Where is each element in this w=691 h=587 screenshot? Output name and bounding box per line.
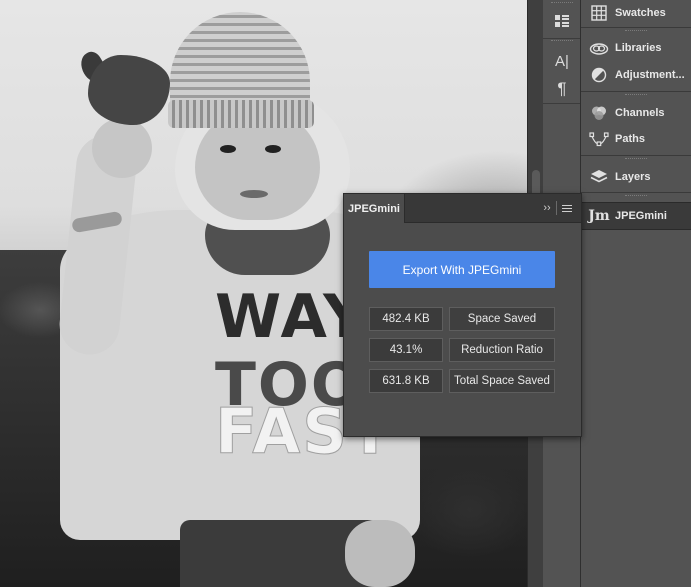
child-lower-hand <box>345 520 415 587</box>
stat-label: Total Space Saved <box>449 369 555 393</box>
dock-divider <box>581 155 691 156</box>
layers-icon <box>585 164 613 190</box>
collapse-panel-icon[interactable]: ›› <box>540 200 554 216</box>
dock-item-label: Paths <box>615 133 645 145</box>
dock-item-label: Adjustment... <box>615 69 685 81</box>
stat-value: 631.8 KB <box>369 369 443 393</box>
jpegmini-panel: JPEGmini ›› Export With JPEGmini 482.4 K… <box>343 193 582 437</box>
rock <box>88 55 170 125</box>
dock-item-layers[interactable]: Layers <box>581 164 691 190</box>
column-grip[interactable] <box>551 40 573 43</box>
dock-divider <box>581 27 691 28</box>
child-hand <box>92 118 152 178</box>
dock-divider <box>581 91 691 92</box>
half-circle-icon <box>585 62 613 88</box>
dock-item-label: Swatches <box>615 7 666 19</box>
properties-icon[interactable] <box>549 8 575 34</box>
dock-grip[interactable] <box>625 195 647 198</box>
column-divider <box>543 103 580 104</box>
paragraph-icon[interactable]: ¶ <box>549 76 575 102</box>
panel-menu-icon[interactable] <box>562 200 576 216</box>
character-icon[interactable]: A| <box>549 48 575 74</box>
stat-label: Reduction Ratio <box>449 338 555 362</box>
pen-path-icon <box>585 126 613 152</box>
mouth <box>240 190 268 198</box>
dock-item-label: JPEGmini <box>615 210 667 222</box>
tab-jpegmini[interactable]: JPEGmini <box>344 194 405 223</box>
channels-icon <box>585 100 613 126</box>
dock-item-label: Libraries <box>615 42 662 54</box>
right-eye <box>265 145 281 153</box>
dock-item-channels[interactable]: Channels <box>581 100 691 126</box>
dock-item-label: Channels <box>615 107 665 119</box>
left-eye <box>220 145 236 153</box>
dock-grip[interactable] <box>625 158 647 161</box>
tabbar-divider <box>556 201 557 215</box>
grid-icon <box>585 0 613 26</box>
column-divider <box>543 38 580 39</box>
dock-item-adjustments[interactable]: Adjustment... <box>581 62 691 88</box>
dock-item-label: Layers <box>615 171 651 183</box>
beanie-rim <box>168 100 314 128</box>
dock-grip[interactable] <box>625 30 647 33</box>
jpegmini-panel-tabbar[interactable]: JPEGmini ›› <box>344 194 581 223</box>
dock-grip[interactable] <box>625 94 647 97</box>
dock-item-paths[interactable]: Paths <box>581 126 691 152</box>
cloud-icon <box>585 35 613 61</box>
stat-value: 43.1% <box>369 338 443 362</box>
dock-item-jpegmini[interactable]: Jm JPEGmini <box>581 202 691 230</box>
dock-divider <box>581 192 691 193</box>
export-with-jpegmini-button[interactable]: Export With JPEGmini <box>369 251 555 288</box>
panel-dock: Swatches Libraries Adjustment... Channel… <box>581 0 691 587</box>
column-grip[interactable] <box>551 2 573 5</box>
jm-logo-icon: Jm <box>588 208 610 224</box>
dock-item-libraries[interactable]: Libraries <box>581 35 691 61</box>
dock-item-swatches[interactable]: Swatches <box>581 0 691 26</box>
stat-value: 482.4 KB <box>369 307 443 331</box>
stat-label: Space Saved <box>449 307 555 331</box>
